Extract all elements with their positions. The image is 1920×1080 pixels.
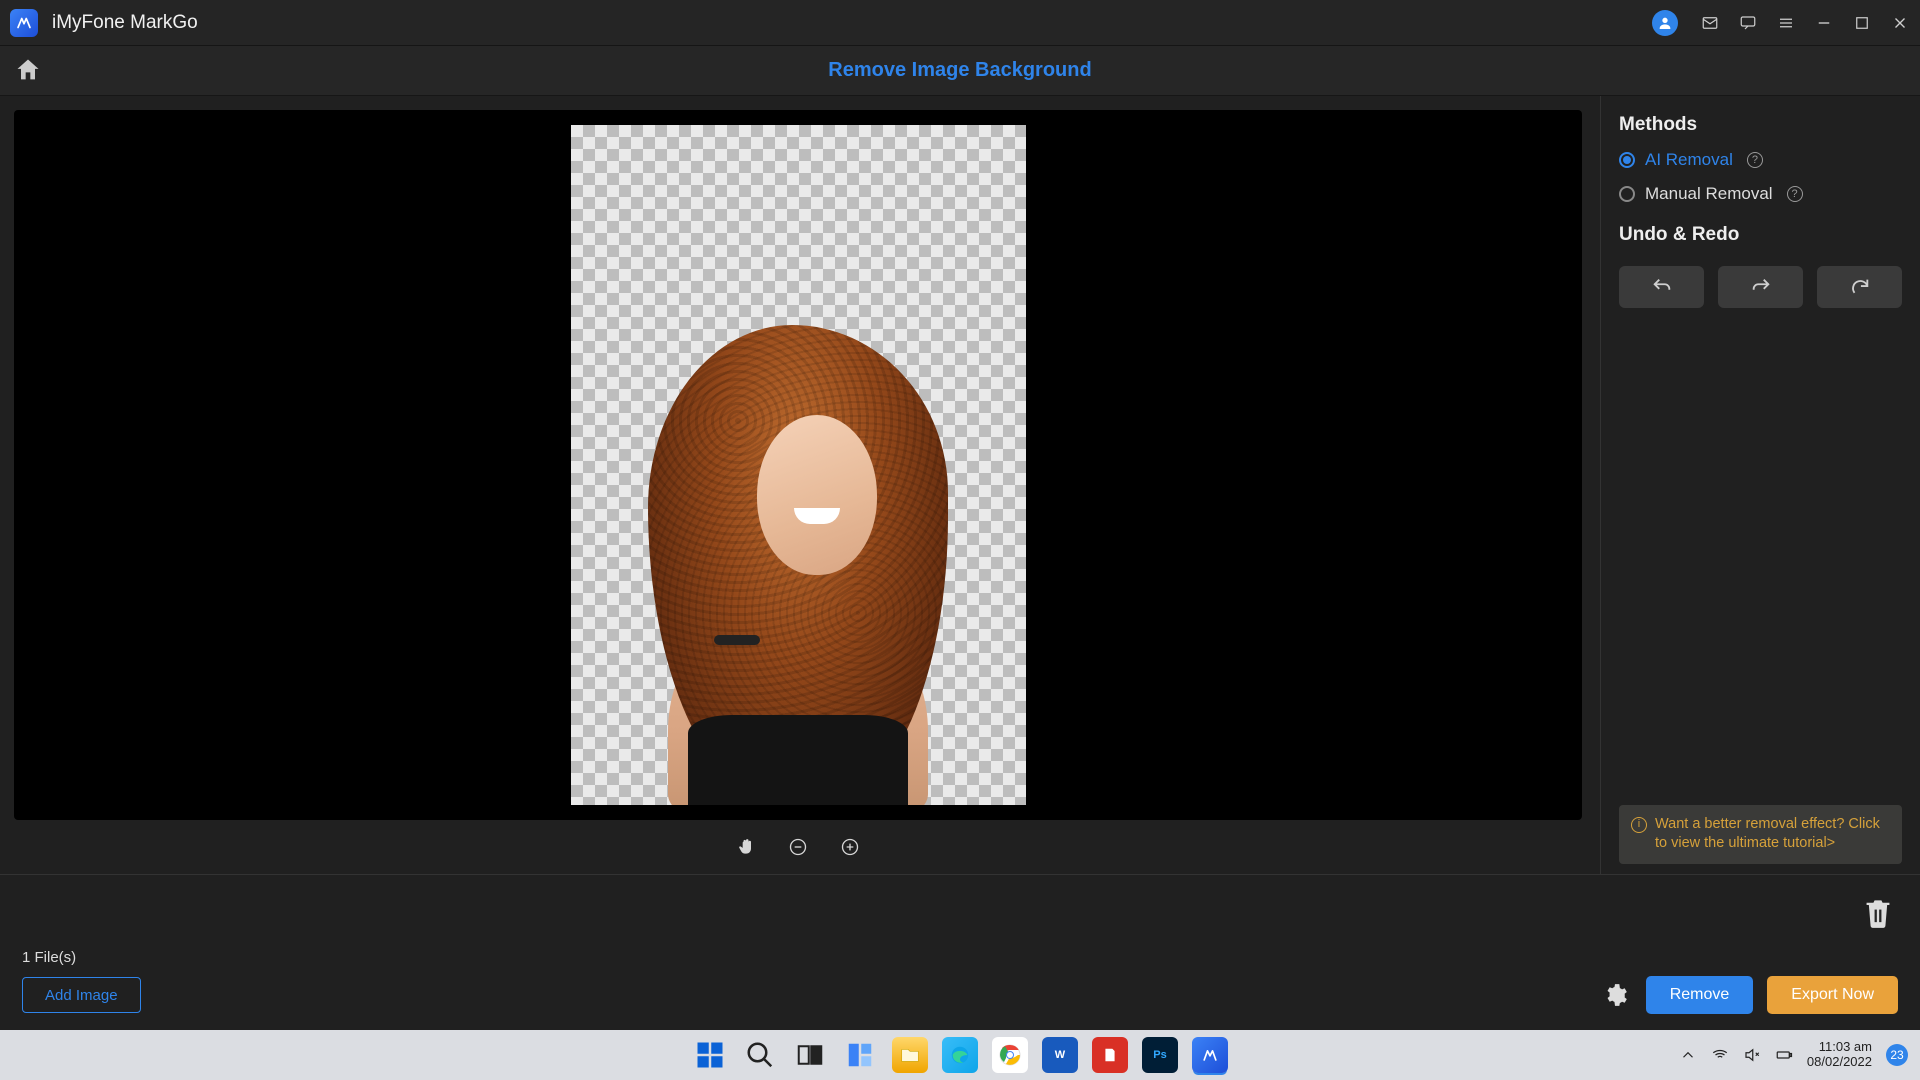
page-title: Remove Image Background <box>44 59 1906 82</box>
pan-hand-icon[interactable] <box>734 835 758 859</box>
start-icon[interactable] <box>692 1037 728 1073</box>
user-account-icon[interactable] <box>1652 10 1678 36</box>
canvas-toolbar <box>14 820 1582 874</box>
zoom-in-icon[interactable] <box>838 835 862 859</box>
reset-button[interactable] <box>1817 266 1902 308</box>
undo-button[interactable] <box>1619 266 1704 308</box>
titlebar: iMyFone MarkGo <box>0 0 1920 46</box>
zoom-out-icon[interactable] <box>786 835 810 859</box>
methods-heading: Methods <box>1619 114 1902 136</box>
export-button[interactable]: Export Now <box>1767 976 1898 1014</box>
tutorial-text: Want a better removal effect? Click to v… <box>1655 815 1890 854</box>
close-icon[interactable] <box>1890 13 1910 33</box>
app-logo-icon <box>10 9 38 37</box>
wifi-icon[interactable] <box>1711 1046 1729 1064</box>
method-manual-label: Manual Removal <box>1645 184 1773 204</box>
taskbar-word[interactable]: W <box>1042 1037 1078 1073</box>
home-icon[interactable] <box>14 56 44 86</box>
app-title: iMyFone MarkGo <box>52 12 198 34</box>
search-icon[interactable] <box>742 1037 778 1073</box>
battery-icon[interactable] <box>1775 1046 1793 1064</box>
taskbar-clock[interactable]: 11:03 am 08/02/2022 <box>1807 1040 1872 1070</box>
sidebar: Methods AI Removal ? Manual Removal ? Un… <box>1600 96 1920 874</box>
method-ai-label: AI Removal <box>1645 150 1733 170</box>
tray-chevron-icon[interactable] <box>1679 1046 1697 1064</box>
taskbar-edge[interactable] <box>942 1037 978 1073</box>
mail-icon[interactable] <box>1700 13 1720 33</box>
minimize-icon[interactable] <box>1814 13 1834 33</box>
taskbar-acrobat[interactable] <box>1092 1037 1128 1073</box>
delete-icon[interactable] <box>1864 897 1892 929</box>
taskbar-time: 11:03 am <box>1807 1040 1872 1055</box>
taskbar-markgo[interactable] <box>1192 1037 1228 1073</box>
help-icon[interactable]: ? <box>1747 152 1763 168</box>
footer: 1 File(s) Add Image Remove Export Now <box>0 874 1920 1030</box>
image-canvas[interactable] <box>14 110 1582 820</box>
taskbar-file-explorer[interactable] <box>892 1037 928 1073</box>
add-image-button[interactable]: Add Image <box>22 977 141 1013</box>
remove-button[interactable]: Remove <box>1646 976 1754 1014</box>
menu-icon[interactable] <box>1776 13 1796 33</box>
task-view-icon[interactable] <box>792 1037 828 1073</box>
tutorial-banner[interactable]: i Want a better removal effect? Click to… <box>1619 805 1902 864</box>
file-count: 1 File(s) <box>22 949 1898 966</box>
undo-heading: Undo & Redo <box>1619 224 1902 246</box>
taskbar-chrome[interactable] <box>992 1037 1028 1073</box>
feedback-icon[interactable] <box>1738 13 1758 33</box>
help-icon[interactable]: ? <box>1787 186 1803 202</box>
image-preview <box>571 125 1026 805</box>
method-ai-removal[interactable]: AI Removal ? <box>1619 150 1902 170</box>
settings-icon[interactable] <box>1602 982 1628 1008</box>
taskbar-photoshop[interactable]: Ps <box>1142 1037 1178 1073</box>
redo-button[interactable] <box>1718 266 1803 308</box>
method-manual-removal[interactable]: Manual Removal ? <box>1619 184 1902 204</box>
subheader: Remove Image Background <box>0 46 1920 96</box>
windows-taskbar: W Ps 11:03 am 08/02/2022 23 <box>0 1030 1920 1080</box>
info-icon: i <box>1631 817 1647 833</box>
volume-muted-icon[interactable] <box>1743 1046 1761 1064</box>
widgets-icon[interactable] <box>842 1037 878 1073</box>
taskbar-date: 08/02/2022 <box>1807 1055 1872 1070</box>
notification-badge[interactable]: 23 <box>1886 1044 1908 1066</box>
maximize-icon[interactable] <box>1852 13 1872 33</box>
